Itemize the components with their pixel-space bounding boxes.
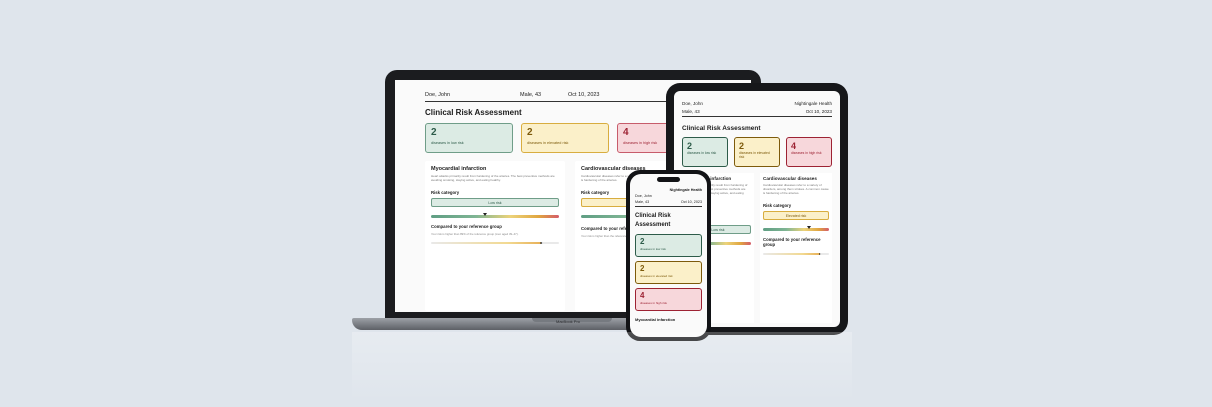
summary-label: diseases in elevated risk (640, 274, 673, 278)
reference-bar (763, 253, 829, 255)
summary-card-elevated[interactable]: 2 diseases in elevated risk (521, 123, 609, 153)
summary-count: 2 (739, 141, 745, 151)
report-date: Oct 10, 2023 (568, 92, 600, 98)
risk-category-heading: Risk category (763, 203, 792, 208)
summary-count: 2 (687, 141, 693, 151)
phone-screen: Nightingale Health Doe, John Male, 43 Oc… (630, 174, 707, 337)
page-title: Clinical Risk Assessment (635, 212, 702, 230)
summary-label: diseases in low risk (431, 141, 464, 145)
summary-card-elevated[interactable]: 2 diseases in elevated risk (734, 137, 780, 167)
summary-card-high[interactable]: 4 diseases in high risk (635, 288, 702, 311)
summary-count: 2 (640, 237, 645, 246)
patient-sex-age: Male, 43 (635, 200, 650, 204)
summary-count: 2 (527, 127, 533, 138)
disease-title: Cardiovascular diseases (763, 176, 817, 181)
disease-card[interactable]: Cardiovascular diseases Cardiovascular d… (760, 173, 832, 323)
patient-header: Doe, John Nightingale Health (682, 101, 832, 106)
title-line: Assessment (635, 222, 671, 228)
page-title: Clinical Risk Assessment (682, 125, 761, 132)
disease-description: Cardiovascular diseases refer to a varie… (763, 183, 829, 195)
summary-card-elevated[interactable]: 2 diseases in elevated risk (635, 261, 702, 284)
patient-header: Doe, John (635, 194, 702, 198)
disease-title: Myocardial infarction (431, 166, 487, 172)
risk-marker-icon (483, 213, 487, 216)
disease-description: Heart attacks primarily result from hard… (431, 174, 555, 182)
patient-subheader: Male, 43 Oct 10, 2023 (682, 109, 832, 117)
patient-name: Doe, John (635, 194, 652, 198)
patient-name: Doe, John (425, 92, 451, 98)
patient-sex-age: Male, 43 (520, 92, 542, 98)
risk-category-badge: Elevated risk (763, 211, 829, 220)
provider-name: Nightingale Health (794, 101, 832, 106)
summary-label: diseases in elevated risk (527, 141, 569, 145)
patient-subheader: Male, 43 Oct 10, 2023 (635, 200, 702, 207)
summary-label: diseases in high risk (623, 141, 658, 145)
risk-gauge (431, 215, 559, 218)
reference-bar (431, 242, 559, 244)
summary-count: 4 (791, 141, 797, 151)
product-mockup: Doe, John Male, 43 Oct 10, 2023 Clinical… (0, 0, 1212, 407)
summary-label: diseases in low risk (687, 151, 717, 155)
title-line: Clinical Risk (635, 213, 671, 219)
summary-count: 4 (623, 127, 629, 138)
risk-gauge (763, 228, 829, 231)
reference-text: Your risk is higher than 89% of the refe… (431, 232, 519, 236)
summary-count: 4 (640, 291, 645, 300)
risk-summary: 2 diseases in low risk 2 diseases in ele… (682, 137, 832, 167)
summary-count: 2 (640, 264, 645, 273)
summary-label: diseases in low risk (640, 247, 666, 251)
risk-category-badge: Low risk (431, 198, 559, 207)
reference-heading: Compared to your reference group (431, 224, 502, 229)
disease-card[interactable]: Myocardial infarction Heart attacks prim… (425, 161, 565, 311)
summary-card-high[interactable]: 4 diseases in high risk (786, 137, 832, 167)
summary-card-low[interactable]: 2 diseases in low risk (425, 123, 513, 153)
summary-card-low[interactable]: 2 diseases in low risk (635, 234, 702, 257)
summary-label: diseases in high risk (640, 301, 668, 305)
summary-label: diseases in elevated risk (739, 151, 770, 159)
phone: Nightingale Health Doe, John Male, 43 Oc… (626, 170, 711, 341)
report-date: Oct 10, 2023 (805, 109, 832, 114)
report-date: Oct 10, 2023 (680, 200, 702, 204)
phone-notch (657, 177, 680, 182)
floor-reflection (352, 332, 852, 402)
summary-card-low[interactable]: 2 diseases in low risk (682, 137, 728, 167)
patient-sex-age: Male, 43 (682, 109, 700, 114)
summary-count: 2 (431, 127, 437, 138)
provider-name: Nightingale Health (669, 188, 702, 192)
reference-heading: Compared to your reference group (763, 237, 821, 247)
patient-name: Doe, John (682, 101, 703, 106)
laptop-label: MacBook Pro (556, 319, 581, 324)
risk-category-heading: Risk category (431, 190, 460, 195)
summary-label: diseases in high risk (791, 151, 822, 155)
risk-marker-icon (807, 226, 811, 229)
disease-title: Myocardial infarction (635, 317, 676, 322)
